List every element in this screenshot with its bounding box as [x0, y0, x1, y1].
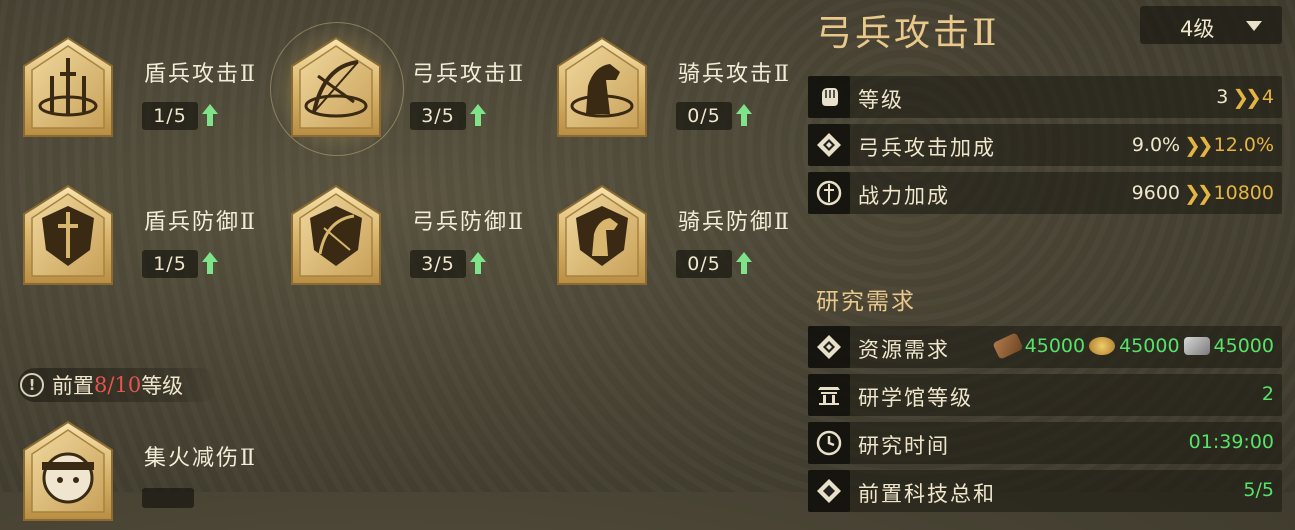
- info-exclamation-icon: !: [20, 373, 44, 397]
- wood-icon: [992, 332, 1024, 360]
- fist-icon: [808, 76, 850, 118]
- detail-panel: 弓兵攻击Ⅱ 4级 等级 3 ❯❯ 4 弓兵攻击加成 9.0% ❯❯ 12.0% …: [800, 0, 1295, 512]
- skill-title: 盾兵防御Ⅱ: [144, 210, 257, 235]
- prereq-separator: /: [107, 373, 115, 397]
- stat-value: 9.0% ❯❯ 12.0%: [1132, 133, 1274, 157]
- level-dropdown-value: 4级: [1180, 17, 1215, 41]
- skill-node-cavalry-attack[interactable]: 骑兵攻击Ⅱ 0/5: [554, 36, 824, 146]
- requirements-title: 研究需求: [816, 289, 916, 315]
- requirement-row-research-time: 研究时间 01:39:00: [808, 422, 1282, 464]
- stat-row-level: 等级 3 ❯❯ 4: [808, 76, 1282, 118]
- clock-icon: [808, 422, 850, 464]
- upgrade-arrow-icon: [470, 252, 486, 274]
- resource-amount: 45000: [1213, 335, 1274, 357]
- resource-amount: 45000: [1024, 335, 1086, 357]
- skill-node-archer-attack[interactable]: 弓兵攻击Ⅱ 3/5: [270, 22, 558, 156]
- diamond-icon: [808, 124, 850, 166]
- archer-attack-badge-icon: [291, 36, 381, 137]
- requirement-value: 5/5: [1243, 479, 1274, 501]
- skill-title: 骑兵防御Ⅱ: [678, 210, 791, 235]
- stat-value: 9600 ❯❯ 10800: [1132, 181, 1274, 205]
- skill-node-cavalry-defense[interactable]: 骑兵防御Ⅱ 0/5: [554, 184, 824, 294]
- focus-fire-badge-icon: [23, 420, 113, 521]
- stat-next: 12.0%: [1213, 134, 1274, 156]
- double-chevron-right-icon: ❯❯: [1184, 181, 1213, 205]
- upgrade-arrow-icon: [202, 252, 218, 274]
- stat-row-archer-attack-bonus: 弓兵攻击加成 9.0% ❯❯ 12.0%: [808, 124, 1282, 166]
- prereq-total: 10: [114, 373, 142, 397]
- archer-defense-badge-icon: [291, 184, 381, 285]
- stat-current: 3: [1216, 86, 1229, 108]
- requirement-label: 资源需求: [858, 338, 950, 362]
- resource-amount: 45000: [1119, 335, 1180, 357]
- requirement-label: 研学馆等级: [858, 386, 973, 410]
- skill-level: 1/5: [142, 250, 198, 278]
- requirement-label: 研究时间: [858, 434, 950, 458]
- diamond-icon: [808, 470, 850, 512]
- skill-node-shield-attack[interactable]: 盾兵攻击Ⅱ 1/5: [20, 36, 290, 146]
- stat-label: 等级: [858, 88, 904, 112]
- diamond-icon: [808, 326, 850, 368]
- skill-level: 0/5: [676, 250, 732, 278]
- stat-label: 战力加成: [858, 184, 950, 208]
- double-chevron-right-icon: ❯❯: [1232, 85, 1261, 109]
- stat-label: 弓兵攻击加成: [858, 136, 996, 160]
- skill-level: 3/5: [410, 250, 466, 278]
- detail-title: 弓兵攻击Ⅱ: [816, 13, 1000, 54]
- stat-current: 9600: [1131, 182, 1181, 204]
- stat-current: 9.0%: [1131, 134, 1181, 156]
- prereq-suffix: 等级: [141, 374, 184, 398]
- skill-node-focus-fire[interactable]: 集火减伤Ⅱ: [20, 420, 290, 530]
- stat-row-power-bonus: 战力加成 9600 ❯❯ 10800: [808, 172, 1282, 214]
- requirement-value-text: 2: [1261, 383, 1274, 405]
- upgrade-arrow-icon: [736, 104, 752, 126]
- resource-list: 45000 45000 45000: [992, 332, 1274, 360]
- double-chevron-right-icon: ❯❯: [1184, 133, 1213, 157]
- skill-title: 骑兵攻击Ⅱ: [678, 62, 791, 87]
- skill-title: 弓兵攻击Ⅱ: [412, 62, 525, 87]
- requirement-row-academy-level: 研学馆等级 2: [808, 374, 1282, 416]
- upgrade-arrow-icon: [736, 252, 752, 274]
- chevron-down-icon: [1246, 21, 1262, 31]
- building-icon: [808, 374, 850, 416]
- skill-title: 集火减伤Ⅱ: [144, 446, 257, 471]
- sword-circle-icon: [808, 172, 850, 214]
- cavalry-defense-badge-icon: [557, 184, 647, 285]
- skill-node-shield-defense[interactable]: 盾兵防御Ⅱ 1/5: [20, 184, 290, 294]
- skill-node-archer-defense[interactable]: 弓兵防御Ⅱ 3/5: [288, 184, 558, 294]
- requirement-label: 前置科技总和: [858, 482, 996, 506]
- skill-level: [142, 488, 194, 508]
- stat-next: 4: [1261, 86, 1274, 108]
- level-dropdown[interactable]: 4级: [1140, 6, 1282, 44]
- prereq-current: 8: [94, 373, 108, 397]
- stat-value: 3 ❯❯ 4: [1216, 85, 1274, 109]
- requirement-value: 2: [1262, 383, 1274, 405]
- prerequisite-banner: ! 前置 8 / 10 等级: [18, 368, 218, 402]
- requirement-value-text: 01:39:00: [1188, 431, 1274, 453]
- stone-icon: [1183, 337, 1210, 355]
- requirement-value-text: 5/5: [1243, 479, 1274, 501]
- requirement-value: 01:39:00: [1189, 431, 1274, 453]
- skill-level: 3/5: [410, 102, 466, 130]
- coin-icon: [1089, 337, 1116, 355]
- requirement-row-prereq-tech: 前置科技总和 5/5: [808, 470, 1282, 512]
- skill-title: 盾兵攻击Ⅱ: [144, 62, 257, 87]
- upgrade-arrow-icon: [202, 104, 218, 126]
- stat-next: 10800: [1213, 182, 1274, 204]
- prereq-prefix: 前置: [52, 374, 94, 398]
- skill-title: 弓兵防御Ⅱ: [412, 210, 525, 235]
- skill-level: 1/5: [142, 102, 198, 130]
- skill-level: 0/5: [676, 102, 732, 130]
- shield-attack-badge-icon: [23, 36, 113, 137]
- requirement-row-resources: 资源需求 45000 45000 45000: [808, 326, 1282, 368]
- cavalry-attack-badge-icon: [557, 36, 647, 137]
- upgrade-arrow-icon: [470, 104, 486, 126]
- shield-defense-badge-icon: [23, 184, 113, 285]
